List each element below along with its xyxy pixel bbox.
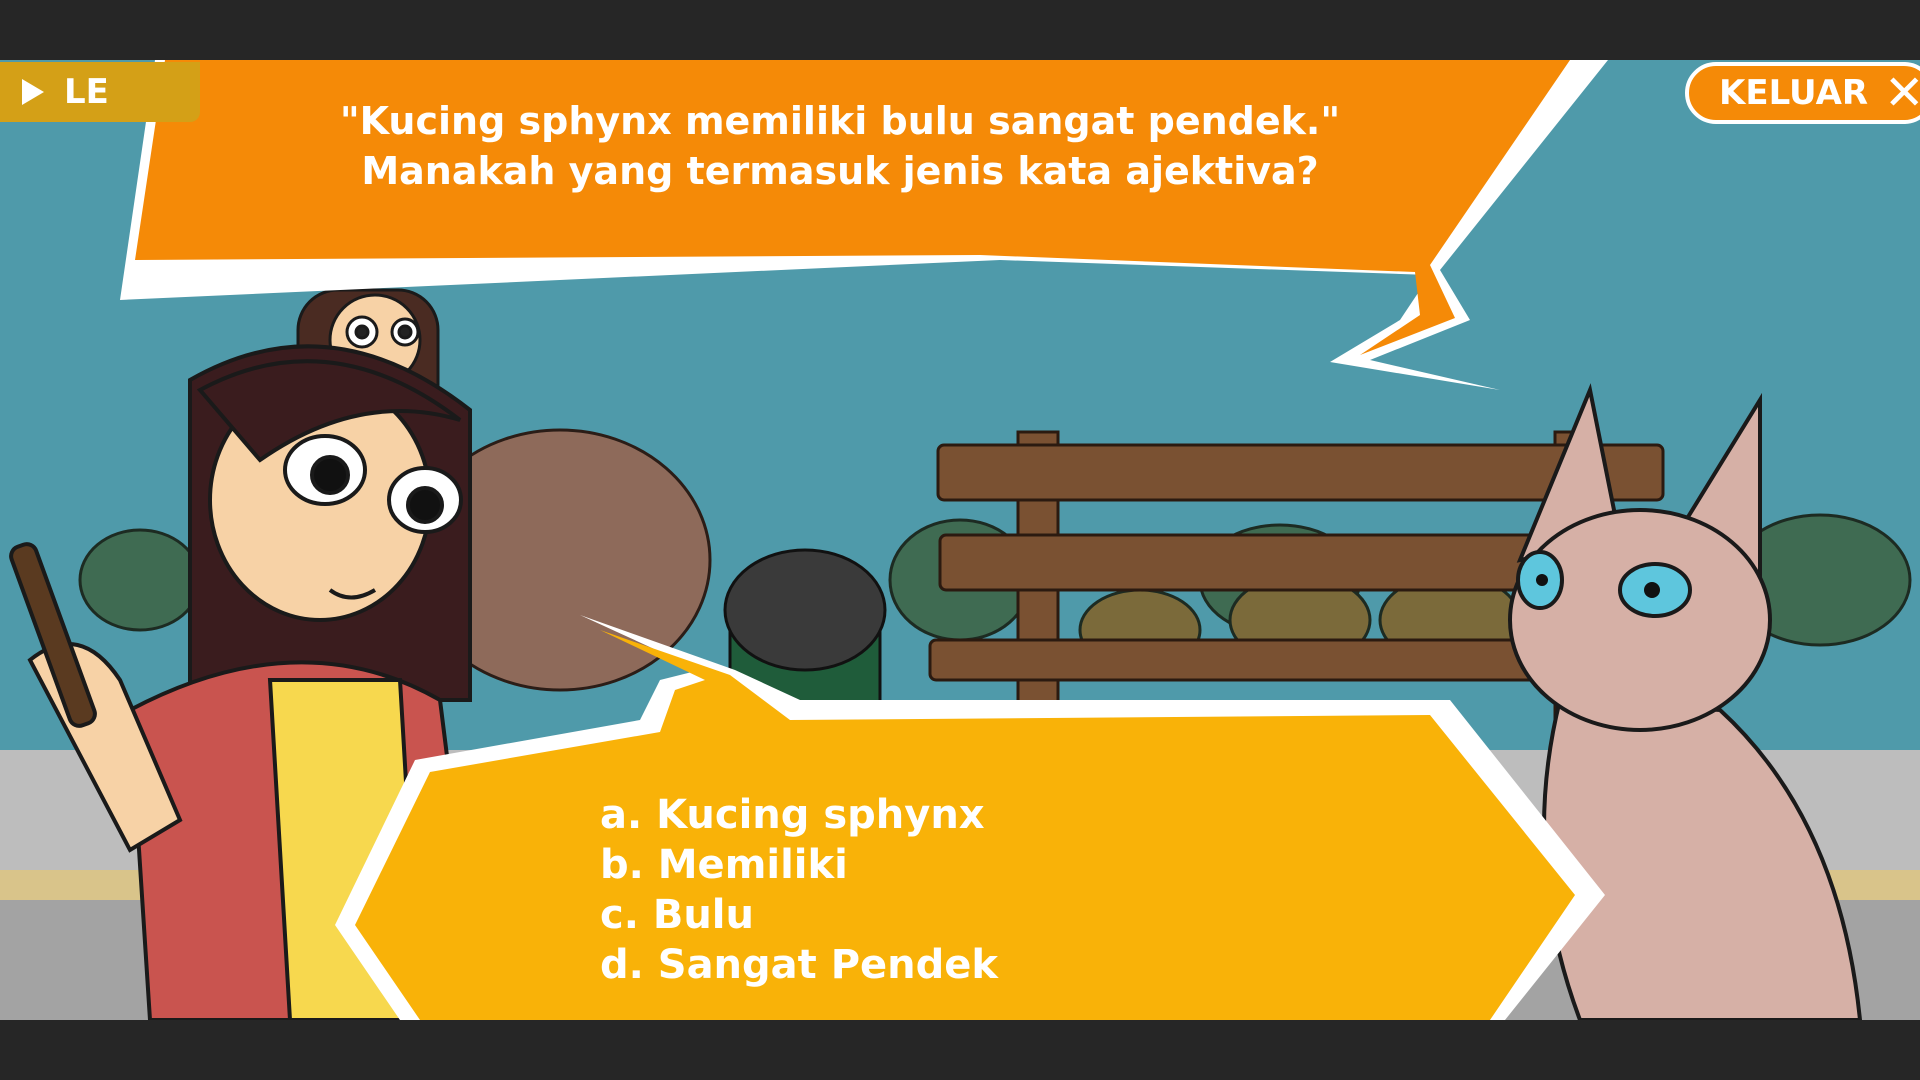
answer-option-b[interactable]: b. Memiliki	[600, 840, 1220, 890]
answer-option-a[interactable]: a. Kucing sphynx	[600, 790, 1220, 840]
letterbox-top	[0, 0, 1920, 60]
exit-label: KELUAR	[1719, 73, 1869, 113]
question-line-2: Manakah yang termasuk jenis kata ajektiv…	[361, 149, 1319, 193]
level-tab[interactable]: LE	[0, 62, 200, 122]
answer-option-c[interactable]: c. Bulu	[600, 890, 1220, 940]
letterbox-bottom	[0, 1020, 1920, 1080]
exit-button[interactable]: KELUAR ✕	[1685, 62, 1920, 124]
question-line-1: "Kucing sphynx memiliki bulu sangat pend…	[339, 99, 1341, 143]
answer-option-d[interactable]: d. Sangat Pendek	[600, 940, 1220, 990]
answer-list: a. Kucing sphynx b. Memiliki c. Bulu d. …	[600, 790, 1220, 990]
close-icon: ✕	[1884, 65, 1920, 121]
question-text: "Kucing sphynx memiliki bulu sangat pend…	[250, 96, 1430, 196]
play-icon	[22, 79, 44, 105]
level-label: LE	[64, 72, 109, 112]
